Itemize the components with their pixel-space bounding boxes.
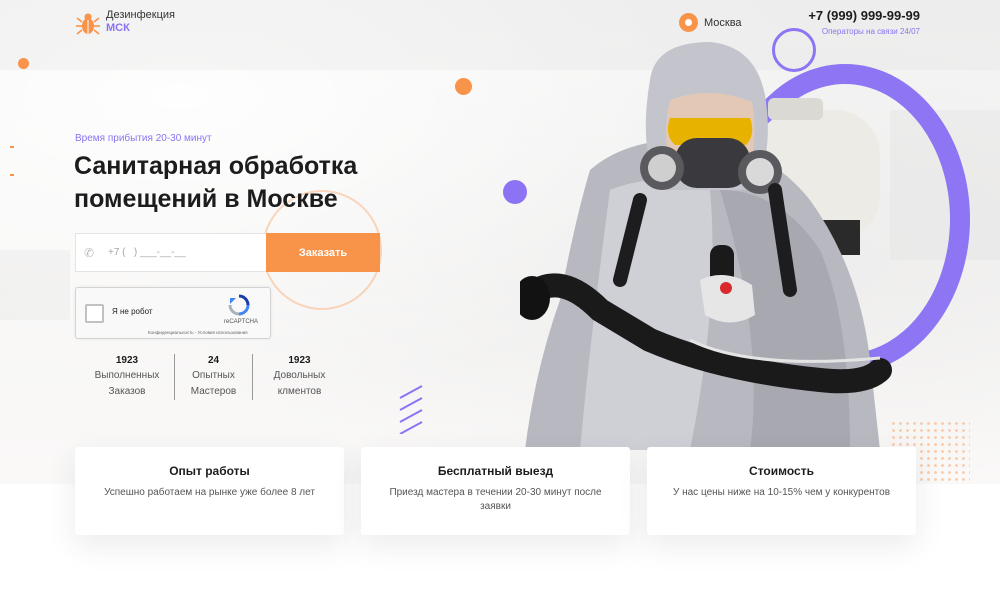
phone-input[interactable]	[108, 247, 258, 258]
feature-card-title: Опыт работы	[169, 464, 250, 478]
header-contacts: +7 (999) 999-99-99 Операторы на связи 24…	[780, 8, 920, 36]
feature-card-title: Бесплатный выезд	[437, 464, 554, 478]
arrival-time-text: Время прибытия 20-30 минут	[75, 133, 212, 144]
stat-label: Заказов	[108, 386, 146, 397]
bug-icon	[76, 13, 100, 35]
disinfection-worker-image	[520, 42, 892, 450]
stat-label: Опытных	[192, 370, 235, 381]
city-selector[interactable]: Москва	[679, 13, 742, 32]
recaptcha-label: Я не робот	[112, 307, 153, 316]
order-form: ✆ Заказать	[75, 233, 380, 272]
stats-row: 1923 Выполненных Заказов 24 Опытных Маст…	[80, 354, 346, 400]
recaptcha-brand: reCAPTCHA	[223, 319, 258, 325]
feature-card-free-visit: Бесплатный выезд Приезд мастера в течени…	[361, 447, 630, 535]
recaptcha-checkbox[interactable]	[85, 304, 104, 323]
location-pin-icon	[679, 13, 698, 32]
phone-field: ✆	[75, 233, 266, 272]
feature-card-title: Стоимость	[749, 464, 814, 478]
stat-label: клментов	[277, 386, 322, 397]
decor-lines	[399, 385, 423, 434]
decor-dot	[455, 78, 472, 95]
header-phone-link[interactable]: +7 (999) 999-99-99	[780, 8, 920, 23]
feature-card-text: Успешно работаем на рынке уже более 8 ле…	[104, 487, 315, 498]
operators-note: Операторы на связи 24/07	[821, 27, 920, 36]
stat-label: Довольных	[273, 370, 326, 381]
decor-tick	[10, 146, 14, 148]
stat-masters: 24 Опытных Мастеров	[174, 354, 252, 400]
stat-orders: 1923 Выполненных Заказов	[80, 354, 174, 400]
logo-title: Дезинфекция	[106, 9, 175, 21]
stat-label: Выполненных	[94, 370, 160, 381]
feature-card-price: Стоимость У нас цены ниже на 10-15% чем …	[647, 447, 916, 535]
recaptcha-logo-icon	[228, 294, 250, 316]
city-name: Москва	[704, 16, 742, 29]
logo-subtitle: МСК	[106, 22, 130, 34]
decor-dot	[18, 58, 29, 69]
page-title: Санитарная обработка помещений в Москве	[74, 152, 358, 213]
recaptcha-widget: Я не робот reCAPTCHA Конфиденциальность …	[75, 287, 271, 339]
order-button[interactable]: Заказать	[266, 233, 380, 272]
background-shelf	[0, 250, 70, 320]
stat-number: 24	[207, 355, 220, 366]
recaptcha-terms-link[interactable]: Конфиденциальность - Условия использован…	[148, 330, 248, 335]
features-row: Опыт работы Успешно работаем на рынке уж…	[75, 447, 916, 535]
feature-card-text: У нас цены ниже на 10-15% чем у конкурен…	[672, 487, 891, 498]
feature-card-experience: Опыт работы Успешно работаем на рынке уж…	[75, 447, 344, 535]
stat-label: Мастеров	[190, 386, 237, 397]
stat-number: 1923	[115, 355, 139, 366]
decor-tick	[10, 174, 14, 176]
feature-card-text: Приезд мастера в течении 20-30 минут пос…	[389, 487, 602, 512]
stat-number: 1923	[288, 355, 311, 366]
stat-clients: 1923 Довольных клментов	[252, 354, 346, 400]
logo[interactable]: Дезинфекция МСК	[76, 9, 175, 37]
phone-icon: ✆	[84, 245, 95, 260]
